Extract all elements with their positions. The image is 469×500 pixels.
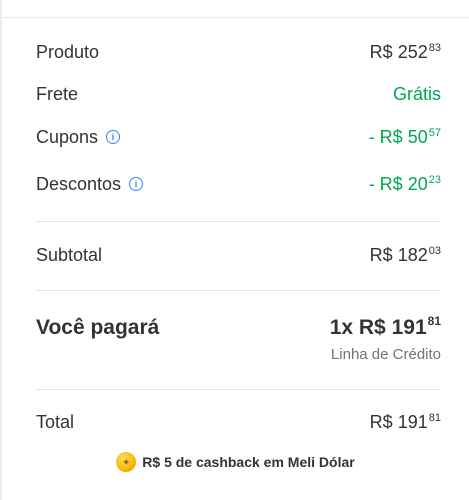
divider — [36, 221, 441, 222]
shipping-row: Frete Grátis — [36, 84, 441, 105]
pay-cents: 81 — [427, 314, 441, 328]
shipping-value: Grátis — [392, 84, 441, 104]
coupons-cents: 57 — [428, 127, 441, 139]
discounts-label: Descontos — [36, 174, 122, 194]
coupons-label: Cupons — [36, 127, 99, 147]
product-whole: 252 — [397, 42, 428, 62]
pay-row: Você pagará 1x R$ 191 81 — [36, 314, 441, 340]
total-label: Total — [36, 412, 75, 432]
subtotal-whole: 182 — [397, 245, 428, 265]
cashback-banner: ✦ R$ 5 de cashback em Meli Dólar — [2, 452, 469, 472]
coin-icon: ✦ — [116, 452, 137, 472]
discounts-whole: 20 — [407, 174, 428, 194]
pay-amount: 1x R$ 191 81 — [329, 314, 441, 340]
subtotal-currency: R$ — [369, 245, 393, 265]
product-currency: R$ — [369, 42, 393, 62]
info-icon[interactable]: i — [106, 129, 121, 144]
coupons-label-group: Cupons i — [36, 127, 121, 148]
product-cents: 83 — [428, 42, 441, 54]
total-currency: R$ — [369, 412, 393, 432]
coupons-whole: 50 — [407, 127, 428, 147]
shipping-label: Frete — [36, 84, 79, 104]
subtotal-amount: R$ 182 03 — [370, 245, 441, 266]
total-amount: R$ 191 81 — [370, 412, 441, 433]
payment-method: Linha de Crédito — [330, 346, 441, 363]
coupons-row: Cupons i - R$ 50 57 — [36, 127, 441, 148]
order-summary-card: Produto R$ 252 83 Frete Grátis Cupons i -… — [2, 0, 469, 500]
coupons-prefix: - R$ — [368, 127, 403, 147]
pay-label: Você pagará — [36, 316, 160, 339]
cashback-text: R$ 5 de cashback em Meli Dólar — [142, 454, 355, 470]
subtotal-row: Subtotal R$ 182 03 — [36, 245, 441, 266]
product-amount: R$ 252 83 — [370, 42, 441, 63]
info-icon[interactable]: i — [129, 176, 144, 191]
coupons-amount: - R$ 50 57 — [369, 127, 441, 148]
divider — [36, 290, 441, 291]
subtotal-cents: 03 — [428, 245, 441, 257]
discounts-amount: - R$ 20 23 — [369, 174, 441, 195]
pay-prefix: 1x R$ — [329, 316, 386, 339]
total-row: Total R$ 191 81 — [36, 412, 441, 433]
divider — [36, 389, 441, 390]
pay-whole: 191 — [391, 316, 427, 339]
total-cents: 81 — [428, 412, 441, 424]
total-whole: 191 — [397, 412, 428, 432]
discounts-cents: 23 — [428, 174, 441, 186]
product-row: Produto R$ 252 83 — [36, 42, 441, 63]
subtotal-label: Subtotal — [36, 245, 103, 265]
discounts-row: Descontos i - R$ 20 23 — [36, 174, 441, 195]
product-label: Produto — [36, 42, 100, 62]
discounts-label-group: Descontos i — [36, 174, 144, 195]
top-divider — [2, 17, 469, 18]
discounts-prefix: - R$ — [368, 174, 403, 194]
